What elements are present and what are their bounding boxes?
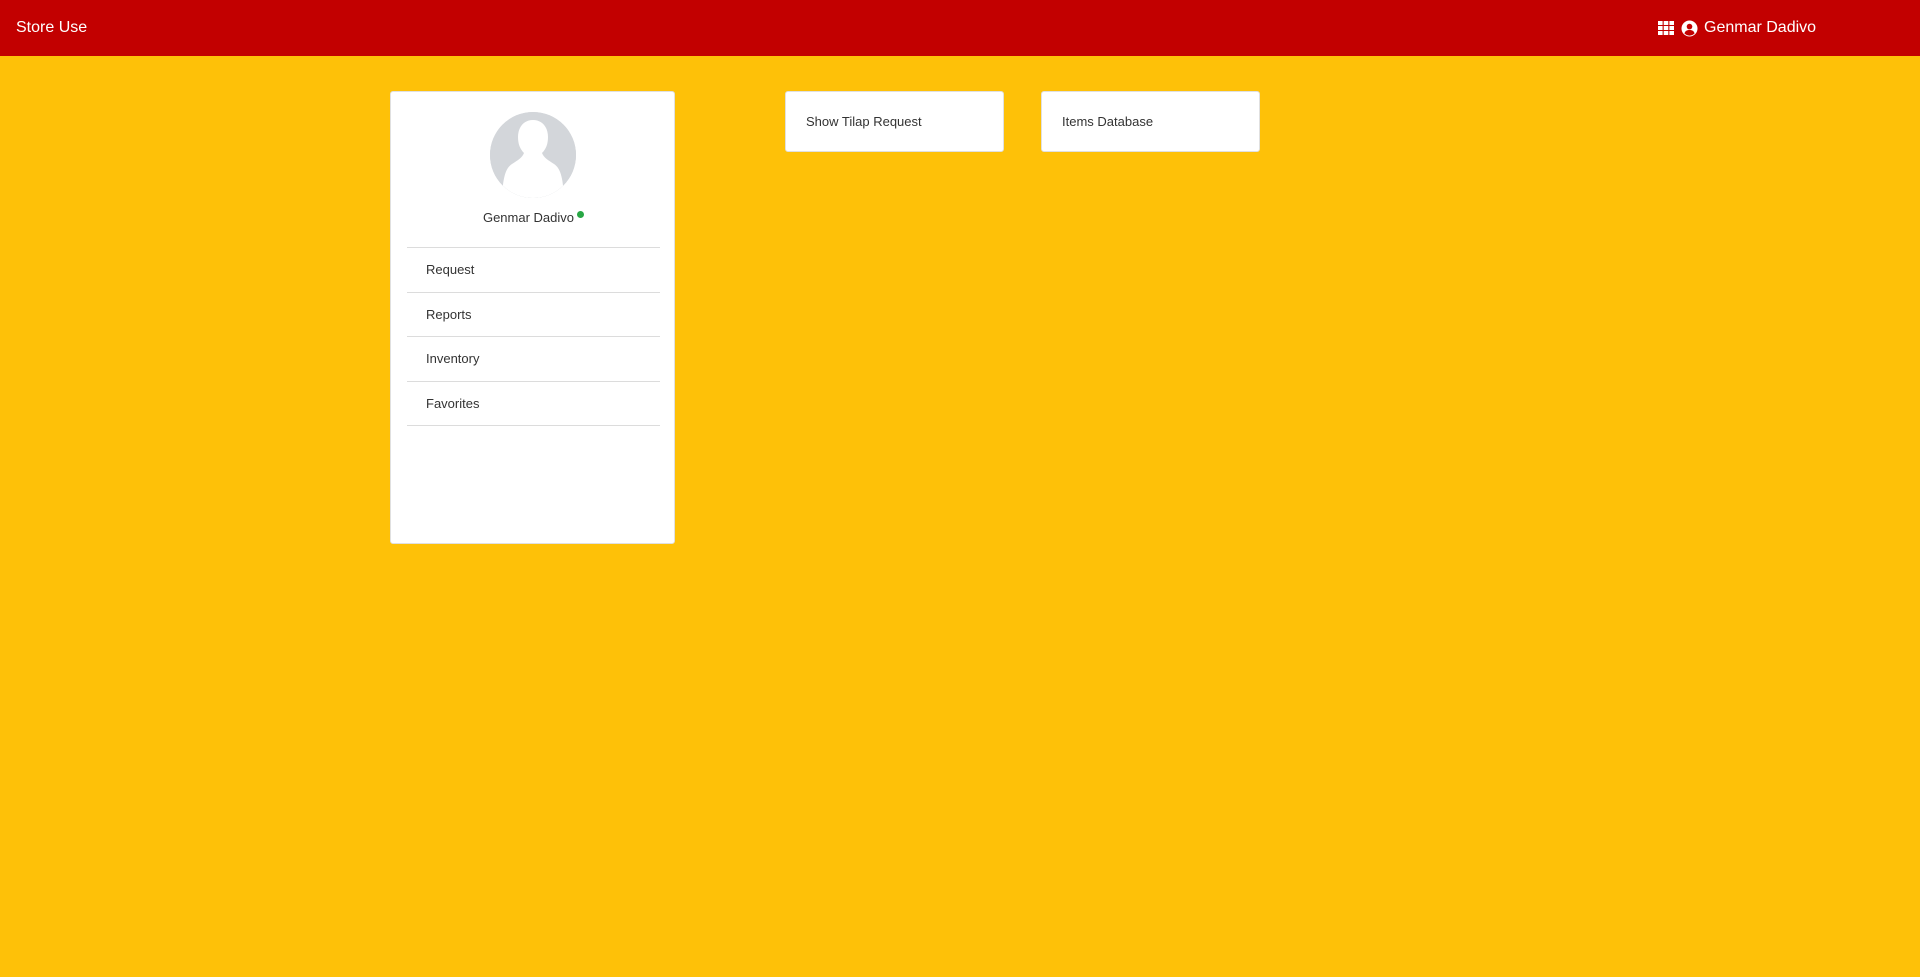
menu-item-request[interactable]: Request (407, 248, 660, 293)
profile-card: Genmar Dadivo Request Reports Inventory … (390, 91, 675, 544)
items-database-tile[interactable]: Items Database (1041, 91, 1260, 152)
navbar-right: Genmar Dadivo (1657, 0, 1816, 56)
profile-name: Genmar Dadivo (482, 210, 575, 225)
show-tilap-request-tile[interactable]: Show Tilap Request (785, 91, 1004, 152)
avatar-silhouette-icon (490, 112, 576, 198)
menu-item-reports[interactable]: Reports (407, 293, 660, 337)
user-circle-icon (1681, 20, 1698, 37)
brand-link[interactable]: Store Use (16, 0, 87, 56)
user-menu[interactable]: Genmar Dadivo (1681, 19, 1816, 37)
online-status-dot (577, 211, 585, 218)
profile-menu: Request Reports Inventory Favorites (407, 247, 660, 426)
menu-item-inventory[interactable]: Inventory (407, 337, 660, 382)
profile-name-row: Genmar Dadivo (391, 210, 676, 225)
grid-icon[interactable] (1657, 19, 1675, 37)
menu-item-favorites[interactable]: Favorites (407, 382, 660, 426)
top-navbar: Store Use Genmar Dadivo (0, 0, 1920, 56)
navbar-user-name: Genmar Dadivo (1704, 19, 1817, 36)
